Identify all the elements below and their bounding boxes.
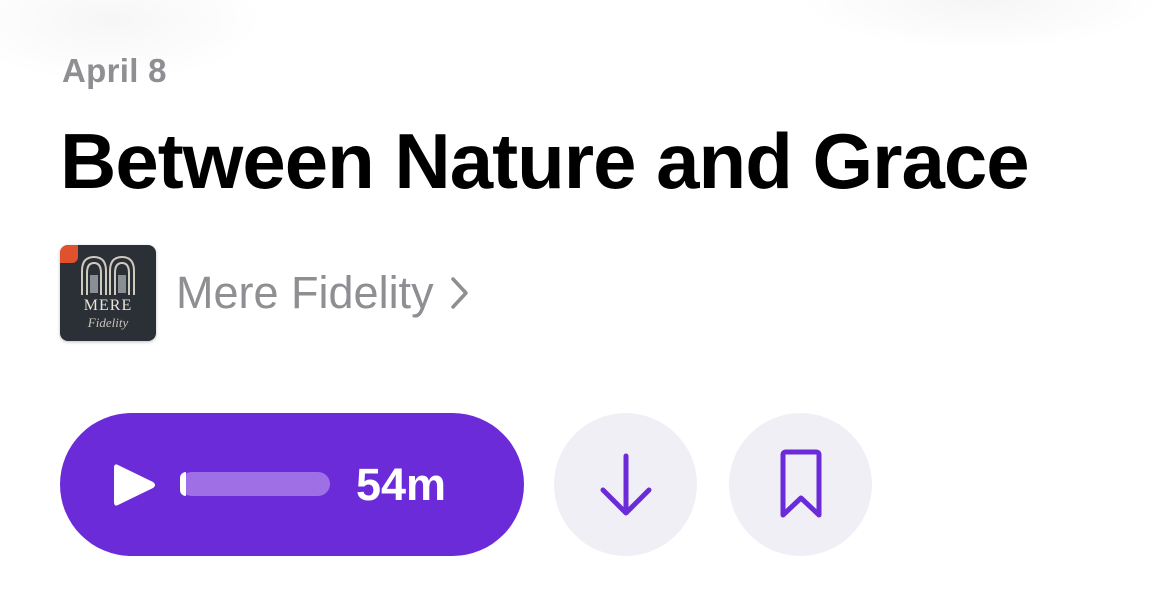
show-link[interactable]: MERE Fidelity Mere Fidelity [60,245,470,341]
bookmark-button[interactable] [729,413,872,556]
play-icon [114,464,155,506]
artwork-title: MERE [83,297,133,314]
chevron-right-icon [450,276,470,310]
cathedral-arches-icon [81,255,135,295]
artwork-badge [60,245,78,263]
episode-date: April 8 [62,52,167,89]
show-artwork[interactable]: MERE Fidelity [60,245,156,341]
progress-bar-fill [180,472,186,496]
arrow-down-icon [600,453,651,515]
show-name[interactable]: Mere Fidelity [176,267,434,319]
download-button[interactable] [554,413,697,556]
play-button[interactable]: 54m [60,413,524,556]
duration-label: 54m [356,459,447,510]
episode-title: Between Nature and Grace [60,117,1030,205]
bookmark-icon [780,449,821,517]
progress-bar[interactable] [180,472,330,496]
episode-header: April 8 Between Nature and Grace MERE Fi… [0,0,1170,590]
artwork-subtitle: Fidelity [87,315,129,330]
